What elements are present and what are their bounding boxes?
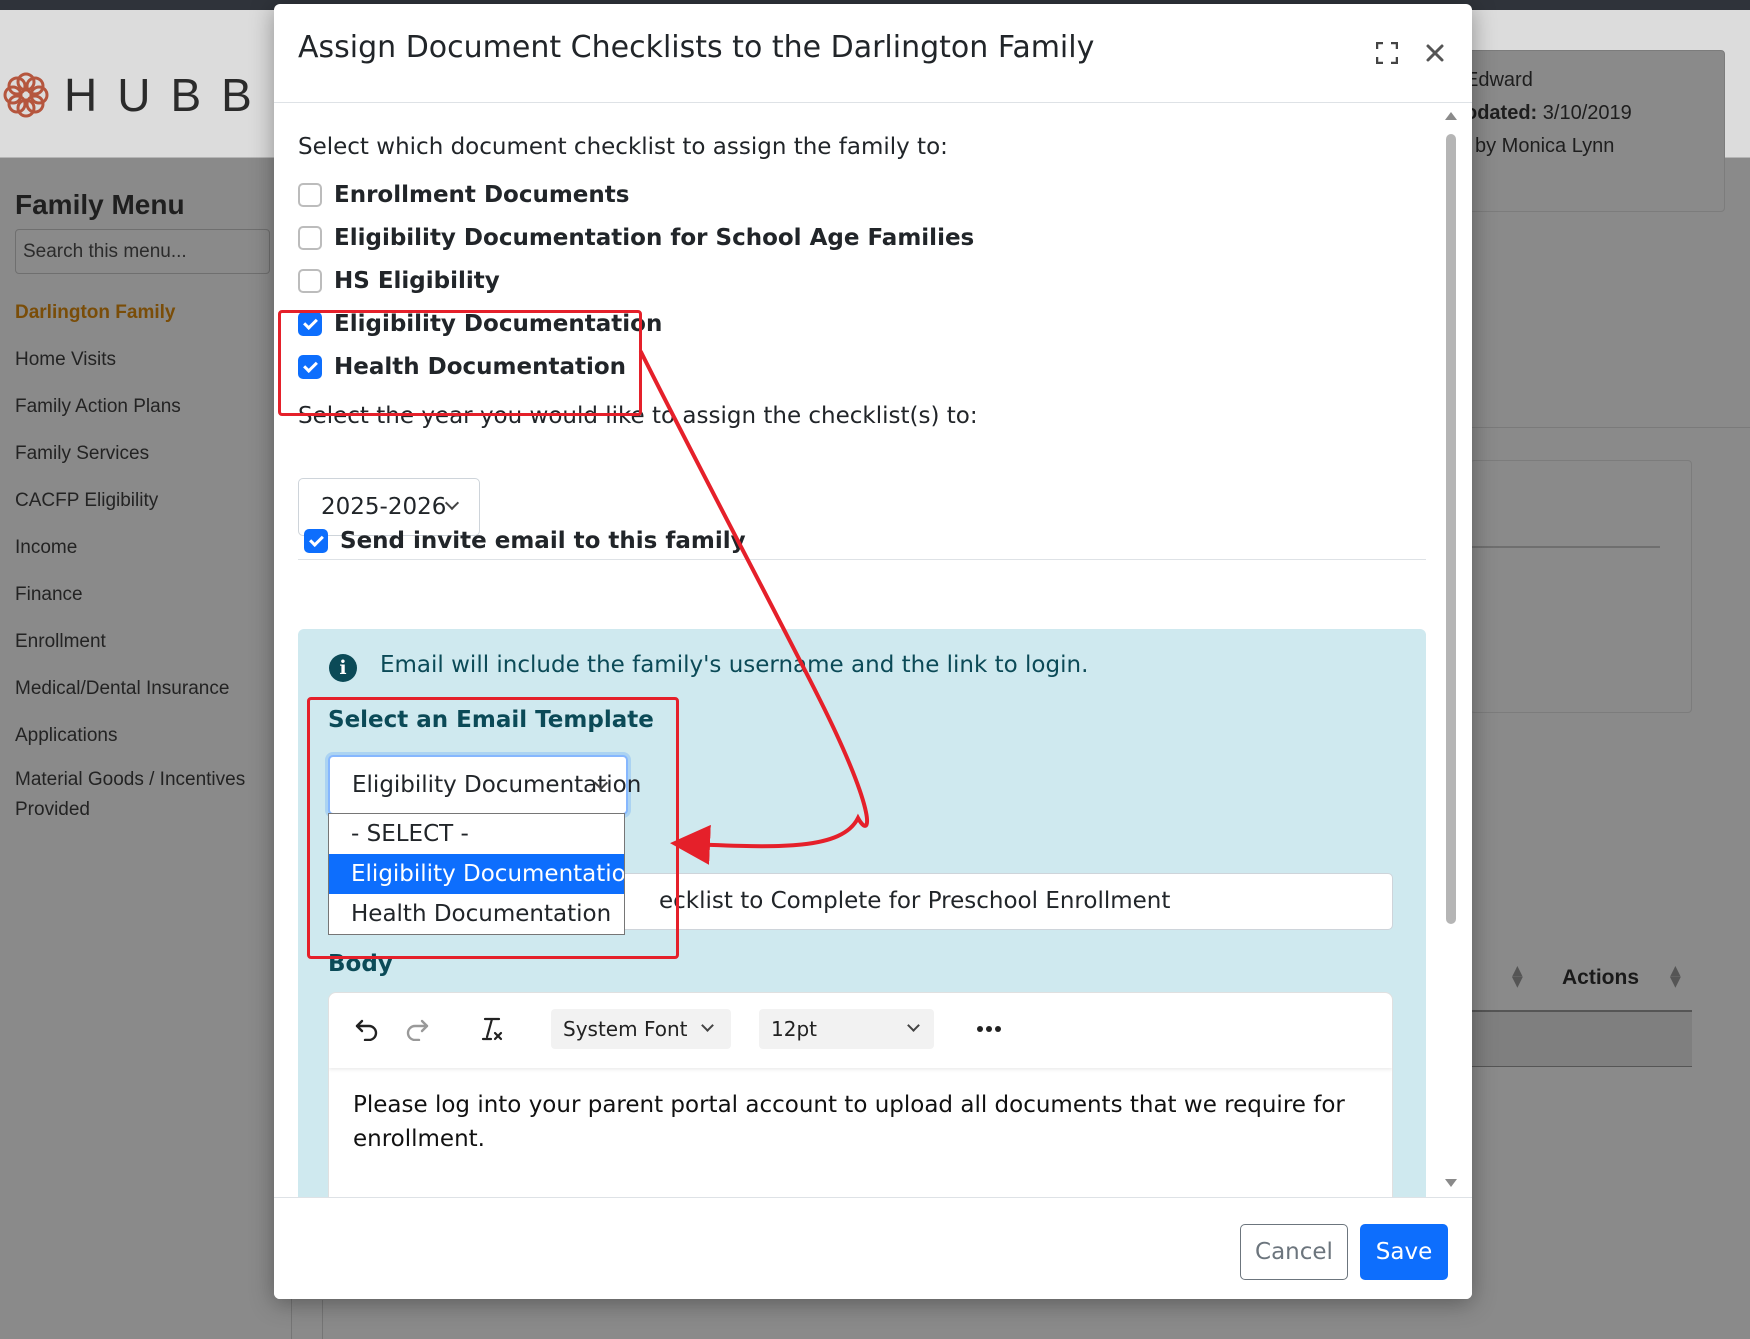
updated-value: 3/10/2019	[1542, 102, 1632, 124]
info-line-updated-by: l by Monica Lynn	[1465, 135, 1615, 157]
editor-toolbar: System Font 12pt	[329, 993, 1392, 1068]
scroll-down-icon[interactable]	[1445, 1179, 1457, 1187]
background-inner-box	[1470, 460, 1692, 713]
more-options-icon[interactable]	[969, 1009, 1009, 1049]
checklist-label: Eligibility Documentation	[334, 311, 663, 337]
sidebar-item-material-goods[interactable]: Material Goods / Incentives Provided	[15, 759, 275, 829]
sidebar-search-input[interactable]: Search this menu...	[15, 229, 270, 274]
checklist-option-school-age-eligibility[interactable]: Eligibility Documentation for School Age…	[298, 221, 974, 255]
sidebar-item-medical-dental-insurance[interactable]: Medical/Dental Insurance	[15, 665, 275, 712]
clear-formatting-icon[interactable]	[473, 1009, 513, 1049]
info-icon: i	[329, 654, 357, 682]
undo-icon[interactable]	[347, 1009, 387, 1049]
expand-icon[interactable]	[1372, 38, 1402, 68]
email-info-panel: i Email will include the family's userna…	[298, 629, 1426, 1197]
editor-content[interactable]: Please log into your parent portal accou…	[353, 1088, 1353, 1156]
sort-icon[interactable]: ▲ ▼	[1670, 964, 1681, 989]
chevron-down-icon	[907, 1019, 920, 1032]
background-divider	[1470, 546, 1660, 548]
chevron-down-icon	[444, 495, 460, 511]
section-divider	[298, 559, 1426, 560]
checklist-label: Health Documentation	[334, 354, 627, 380]
cancel-button[interactable]: Cancel	[1240, 1224, 1348, 1280]
sidebar-item-enrollment[interactable]: Enrollment	[15, 618, 275, 665]
font-family-select[interactable]: System Font	[551, 1009, 731, 1049]
sidebar-item-family-action-plans[interactable]: Family Action Plans	[15, 383, 275, 430]
dropdown-option-eligibility-documentation[interactable]: Eligibility Documentation	[329, 854, 624, 894]
sidebar-item-income[interactable]: Income	[15, 524, 275, 571]
flower-logo-icon	[3, 72, 49, 118]
checklist-option-enrollment-documents[interactable]: Enrollment Documents	[298, 178, 629, 212]
body-label: Body	[328, 951, 393, 977]
email-template-dropdown: - SELECT - Eligibility Documentation Hea…	[328, 813, 625, 935]
checklist-option-hs-eligibility[interactable]: HS Eligibility	[298, 264, 500, 298]
sidebar-item-finance[interactable]: Finance	[15, 571, 275, 618]
scroll-up-icon[interactable]	[1445, 112, 1457, 120]
send-invite-label: Send invite email to this family	[340, 528, 746, 554]
checklist-label: Eligibility Documentation for School Age…	[334, 225, 975, 251]
modal-body: Select which document checklist to assig…	[274, 104, 1472, 1197]
checkbox-checked[interactable]	[298, 312, 322, 336]
family-menu-sidebar: Family Menu Search this menu... Darlingt…	[0, 159, 292, 1339]
table-row[interactable]	[1470, 1012, 1692, 1067]
modal-header: Assign Document Checklists to the Darlin…	[274, 4, 1472, 103]
checklist-option-eligibility-documentation[interactable]: Eligibility Documentation	[298, 307, 662, 341]
sidebar-item-applications[interactable]: Applications	[15, 712, 275, 759]
redo-icon[interactable]	[397, 1009, 437, 1049]
updated-label: odated:	[1465, 102, 1538, 124]
table-header-actions[interactable]: Actions	[1562, 966, 1639, 990]
email-info-text: Email will include the family's username…	[380, 652, 1089, 678]
font-family-value: System Font	[563, 1017, 688, 1041]
close-icon[interactable]	[1420, 38, 1450, 68]
checkbox[interactable]	[298, 226, 322, 250]
sidebar-item-family-services[interactable]: Family Services	[15, 430, 275, 477]
chevron-down-icon	[701, 1019, 714, 1032]
checklist-prompt: Select which document checklist to assig…	[298, 134, 948, 160]
info-line-updated: odated: 3/10/2019	[1465, 97, 1632, 130]
sidebar-item-home-visits[interactable]: Home Visits	[15, 336, 275, 383]
info-line-name: Edward	[1465, 69, 1533, 91]
save-button[interactable]: Save	[1360, 1224, 1448, 1280]
background-bottom-box	[322, 1300, 1750, 1339]
checkbox-checked[interactable]	[304, 529, 328, 553]
sidebar-item-cacfp-eligibility[interactable]: CACFP Eligibility	[15, 477, 275, 524]
family-info-text: Edward odated: 3/10/2019 l by Monica Lyn…	[1465, 64, 1632, 163]
email-template-select[interactable]: Eligibility Documentation	[328, 755, 641, 815]
year-value: 2025-2026	[321, 494, 447, 520]
checklist-label: Enrollment Documents	[334, 182, 630, 208]
scrollbar-thumb[interactable]	[1446, 134, 1456, 924]
year-prompt: Select the year you would like to assign…	[298, 403, 978, 429]
checkbox[interactable]	[298, 269, 322, 293]
template-label: Select an Email Template	[328, 707, 654, 733]
checklist-label: HS Eligibility	[334, 268, 500, 294]
modal-title: Assign Document Checklists to the Darlin…	[298, 30, 1095, 65]
dropdown-option-select[interactable]: - SELECT -	[329, 814, 624, 854]
modal-scrollbar[interactable]	[1444, 108, 1458, 1193]
sidebar-title: Family Menu	[15, 189, 185, 220]
assign-checklist-modal: Assign Document Checklists to the Darlin…	[274, 4, 1472, 1299]
modal-footer: Cancel Save	[274, 1197, 1472, 1299]
checkbox[interactable]	[298, 183, 322, 207]
dropdown-option-health-documentation[interactable]: Health Documentation	[329, 894, 624, 934]
font-size-value: 12pt	[771, 1017, 817, 1041]
sort-icon[interactable]: ▲ ▼	[1512, 964, 1523, 989]
checklist-option-health-documentation[interactable]: Health Documentation	[298, 350, 626, 384]
rich-text-editor: System Font 12pt Please log into your pa…	[328, 992, 1393, 1197]
send-invite-option[interactable]: Send invite email to this family	[304, 524, 746, 558]
font-size-select[interactable]: 12pt	[759, 1009, 934, 1049]
sidebar-menu: Darlington Family Home Visits Family Act…	[15, 289, 275, 829]
checkbox-checked[interactable]	[298, 355, 322, 379]
sidebar-item-darlington-family[interactable]: Darlington Family	[15, 289, 275, 336]
